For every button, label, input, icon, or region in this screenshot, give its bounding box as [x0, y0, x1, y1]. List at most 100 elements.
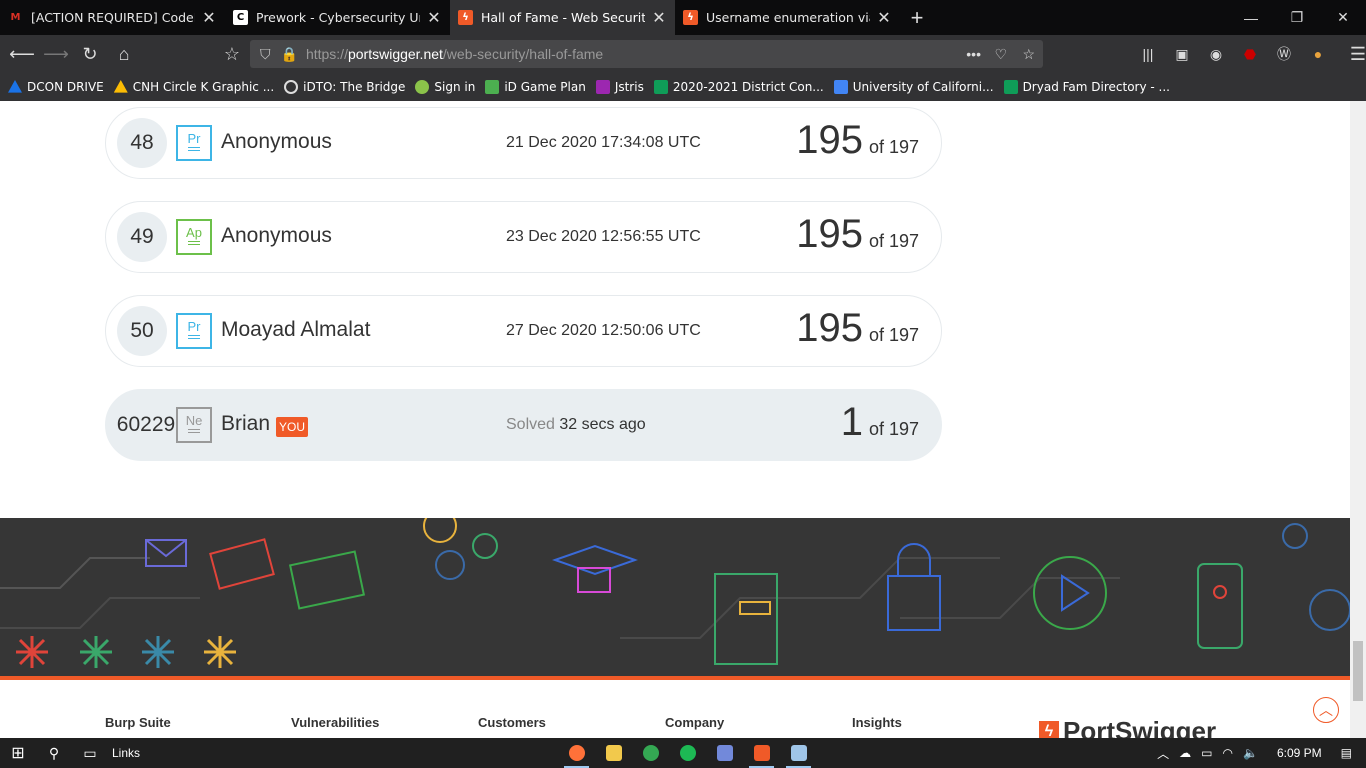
chrome-icon[interactable] — [632, 738, 669, 768]
solved-date: 23 Dec 2020 12:56:55 UTC — [506, 228, 701, 245]
bookmark-label: Sign in — [434, 80, 476, 94]
lock-icon[interactable]: 🔒 — [281, 46, 298, 63]
gear-icon — [1282, 523, 1308, 549]
user-name: Brian — [221, 412, 271, 435]
url-host: portswigger.net — [347, 46, 443, 62]
score-total: of 197 — [868, 419, 919, 439]
site-footer: Burp Suite Vulnerabilities Customers Com… — [0, 680, 1350, 738]
forward-icon[interactable]: ⟶ — [40, 38, 72, 70]
discord-icon[interactable] — [706, 738, 743, 768]
close-icon[interactable]: ✕ — [426, 8, 442, 27]
close-icon[interactable]: ✕ — [876, 8, 892, 27]
notepad-icon[interactable] — [780, 738, 817, 768]
wifi-icon[interactable]: ◠ — [1223, 746, 1233, 760]
user-name: Moayad Almalat — [221, 318, 371, 341]
volume-icon[interactable]: 🔈 — [1243, 746, 1258, 760]
clock[interactable]: 6:09 PM — [1277, 746, 1322, 760]
shield-icon[interactable]: ⛉ — [260, 46, 271, 63]
onedrive-icon[interactable]: ☁ — [1179, 746, 1191, 760]
bookmark-item[interactable]: iDTO: The Bridge — [284, 80, 405, 94]
bookmark-item[interactable]: DCON DRIVE — [8, 80, 104, 94]
minimize-icon[interactable]: — — [1228, 0, 1274, 35]
portswigger-logo[interactable]: ϟ PortSwigger — [1039, 716, 1216, 738]
browser-tab[interactable]: M [ACTION REQUIRED] CodePath ✕ — [0, 0, 225, 35]
bookmark-item[interactable]: Sign in — [415, 80, 475, 94]
score-value: 1 — [840, 400, 863, 444]
new-tab-icon[interactable]: + — [900, 0, 934, 35]
close-window-icon[interactable]: ✕ — [1320, 0, 1366, 35]
ublock-icon[interactable]: ⬣ — [1234, 38, 1266, 70]
portswigger-icon: ϟ — [1039, 720, 1059, 738]
phone-icon — [1197, 563, 1243, 649]
back-icon[interactable]: ⟵ — [6, 38, 38, 70]
footer-link-burp-suite[interactable]: Burp Suite — [105, 715, 171, 730]
reload-icon[interactable]: ↻ — [74, 38, 106, 70]
footer-link-company[interactable]: Company — [665, 715, 724, 730]
bookmark-star-outline-icon[interactable]: ☆ — [216, 38, 248, 70]
google-sheets-icon — [653, 80, 668, 94]
score-total: of 197 — [868, 325, 919, 345]
portswigger-icon: ϟ — [458, 10, 473, 25]
navigation-bar: ⟵ ⟶ ↻ ⌂ ☆ ⛉ 🔒 https://portswigger.net/we… — [0, 35, 1366, 73]
menu-icon[interactable]: ☰ — [1342, 38, 1366, 70]
footer-link-customers[interactable]: Customers — [478, 715, 546, 730]
scrollbar-thumb[interactable] — [1353, 641, 1363, 701]
restore-icon[interactable]: ❐ — [1274, 0, 1320, 35]
bookmark-item[interactable]: iD Game Plan — [485, 80, 586, 94]
notifications-icon[interactable]: ▤ — [1341, 746, 1352, 760]
sidebar-icon[interactable]: ▣ — [1166, 38, 1198, 70]
page-scrollbar[interactable] — [1350, 101, 1366, 738]
rank-number: 49 — [117, 212, 167, 262]
system-tray: ︿ ☁ ▭ ◠ 🔈 6:09 PM ▤ — [1152, 738, 1366, 768]
file-explorer-icon[interactable] — [595, 738, 632, 768]
toolbar-icons: ||| ▣ ◉ ⬣ Ⓦ ● ☰ — [1130, 38, 1366, 70]
bookmark-label: iDTO: The Bridge — [303, 80, 406, 94]
spotify-icon[interactable] — [669, 738, 706, 768]
close-icon[interactable]: ✕ — [201, 8, 217, 27]
home-icon[interactable]: ⌂ — [108, 38, 140, 70]
browser-tab-active[interactable]: ϟ Hall of Fame - Web Security Ac ✕ — [450, 0, 675, 35]
search-icon[interactable]: ⚲ — [36, 738, 72, 768]
bookmark-item[interactable]: Jstris — [595, 80, 644, 94]
firefox-icon[interactable] — [558, 738, 595, 768]
envelope-icon — [209, 538, 275, 590]
footer-link-vulnerabilities[interactable]: Vulnerabilities — [291, 715, 379, 730]
asterisk-icon — [16, 636, 48, 668]
user-name: Anonymous — [221, 224, 332, 247]
browser-tab[interactable]: ϟ Username enumeration via diff ✕ — [675, 0, 900, 35]
globe-icon — [284, 80, 299, 94]
google-calendar-icon — [833, 80, 848, 94]
bookmark-item[interactable]: 2020-2021 District Con... — [653, 80, 824, 94]
solved-label: Solved — [506, 416, 555, 433]
address-bar[interactable]: ⛉ 🔒 https://portswigger.net/web-security… — [250, 40, 1043, 68]
account-icon[interactable]: ◉ — [1200, 38, 1232, 70]
windows-start-icon[interactable]: ⊞ — [0, 738, 36, 768]
level-badge-icon: Pr — [176, 125, 212, 161]
asterisk-icon — [204, 636, 236, 668]
browser-tab[interactable]: C Prework - Cybersecurity Univer ✕ — [225, 0, 450, 35]
rank-number: 50 — [117, 306, 167, 356]
chevron-up-icon[interactable]: ︿ — [1157, 745, 1169, 762]
bookmark-item[interactable]: CNH Circle K Graphic ... — [113, 80, 274, 94]
library-icon[interactable]: ||| — [1132, 38, 1164, 70]
page-actions-icon[interactable]: ••• — [966, 46, 981, 62]
burp-extension-icon[interactable]: ● — [1302, 38, 1334, 70]
solved-date: 27 Dec 2020 12:50:06 UTC — [506, 322, 701, 339]
footer-link-insights[interactable]: Insights — [852, 715, 902, 730]
links-toolbar[interactable]: Links — [112, 746, 140, 760]
extension-w-icon[interactable]: Ⓦ — [1268, 38, 1300, 70]
task-view-icon[interactable]: ▭ — [72, 738, 108, 768]
bookmark-item[interactable]: University of Californi... — [833, 80, 994, 94]
pocket-icon[interactable]: ♡ — [994, 46, 1007, 63]
bookmark-star-icon[interactable]: ☆ — [1022, 46, 1035, 63]
battery-icon[interactable]: ▭ — [1201, 746, 1212, 760]
close-icon[interactable]: ✕ — [651, 8, 667, 27]
leaderboard-row: 49 Ap Anonymous 23 Dec 2020 12:56:55 UTC… — [105, 201, 942, 273]
envelope-icon — [288, 550, 366, 610]
scroll-to-top-icon[interactable]: ︿ — [1313, 697, 1339, 723]
gear-icon — [472, 533, 498, 559]
you-badge: YOU — [276, 417, 309, 437]
taskbar-apps — [558, 738, 817, 768]
bookmark-item[interactable]: Dryad Fam Directory - ... — [1003, 80, 1170, 94]
burp-suite-icon[interactable] — [743, 738, 780, 768]
